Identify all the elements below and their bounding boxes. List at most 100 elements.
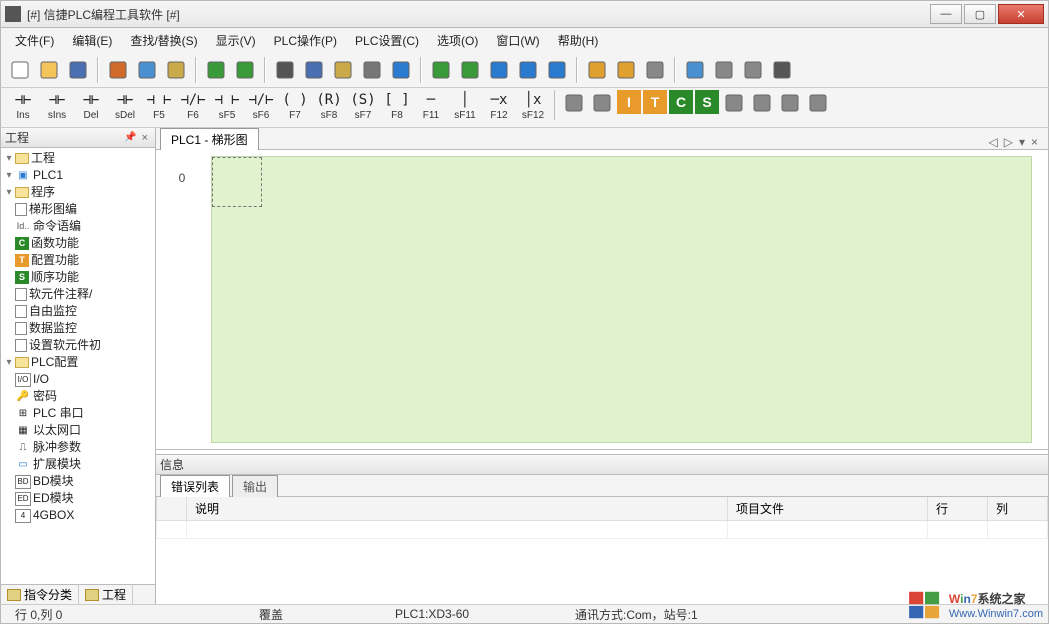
sidebar-tab[interactable]: 指令分类 (1, 584, 79, 605)
tree-node[interactable]: I/OI/O (1, 371, 155, 388)
ladder-sf6-button[interactable]: ⊣/⊢sF6 (245, 90, 277, 121)
tree-node[interactable]: 设置软元件初 (1, 337, 155, 354)
open-button[interactable] (36, 57, 62, 83)
ladder-del-v-button[interactable] (589, 90, 615, 116)
menu-item[interactable]: 窗口(W) (488, 30, 547, 51)
tree-node[interactable]: ▭扩展模块 (1, 456, 155, 473)
run-button[interactable] (515, 57, 541, 83)
run-step-button[interactable] (486, 57, 512, 83)
serial-button[interactable] (769, 57, 795, 83)
ladder-sf12-button[interactable]: │xsF12 (517, 90, 549, 121)
lock-button[interactable] (584, 57, 610, 83)
tab-close-icon[interactable]: × (1031, 135, 1038, 149)
ladder-zoom-out-button[interactable] (777, 90, 803, 116)
find-button[interactable] (272, 57, 298, 83)
tree-node[interactable]: C函数功能 (1, 235, 155, 252)
tree-node[interactable]: S顺序功能 (1, 269, 155, 286)
config-button[interactable] (740, 57, 766, 83)
maximize-button[interactable]: ▢ (964, 4, 996, 24)
tree-node[interactable]: ▾▣PLC1 (1, 167, 155, 184)
ladder-f5-button[interactable]: ⊣ ⊢F5 (143, 90, 175, 121)
undo-button[interactable] (203, 57, 229, 83)
new-button[interactable] (7, 57, 33, 83)
ladder-editor[interactable]: 0 (156, 150, 1048, 450)
copy-button[interactable] (134, 57, 160, 83)
project-tree[interactable]: ▾工程▾▣PLC1▾程序梯形图编Id..命令语编C函数功能T配置功能S顺序功能软… (1, 148, 155, 584)
cut-button[interactable] (105, 57, 131, 83)
error-list-grid[interactable]: 说明项目文件行列 (156, 497, 1048, 604)
list-button[interactable] (330, 57, 356, 83)
ladder-ladder-view-button[interactable] (805, 90, 831, 116)
tree-node[interactable]: ▾程序 (1, 184, 155, 201)
tab-menu-icon[interactable]: ▾ (1019, 135, 1025, 149)
menu-item[interactable]: 选项(O) (429, 30, 486, 51)
tree-node[interactable]: Id..命令语编 (1, 218, 155, 235)
save-button[interactable] (65, 57, 91, 83)
sidebar-tab[interactable]: 工程 (79, 584, 133, 605)
menu-item[interactable]: 编辑(E) (64, 30, 120, 51)
tree-node[interactable]: 软元件注释/ (1, 286, 155, 303)
tree-node[interactable]: ⊞PLC 串口 (1, 405, 155, 422)
print-button[interactable] (359, 57, 385, 83)
menu-item[interactable]: PLC设置(C) (347, 30, 427, 51)
ladder-f8-button[interactable]: [ ]F8 (381, 90, 413, 121)
redo-button[interactable] (232, 57, 258, 83)
download-button[interactable] (428, 57, 454, 83)
ladder-sf8-button[interactable]: (R)sF8 (313, 90, 345, 121)
tree-node[interactable]: ▾PLC配置 (1, 354, 155, 371)
ladder-sins-button[interactable]: ⊣⊢sIns (41, 90, 73, 121)
compare-button[interactable] (642, 57, 668, 83)
tree-node[interactable]: ▦以太网口 (1, 422, 155, 439)
ladder-f7-button[interactable]: ( )F7 (279, 90, 311, 121)
ladder-f11-button[interactable]: ─F11 (415, 90, 447, 121)
info-column-header[interactable]: 项目文件 (728, 497, 928, 521)
info-column-header[interactable]: 列 (988, 497, 1048, 521)
info-column-header[interactable]: 行 (928, 497, 988, 521)
info-tab[interactable]: 错误列表 (160, 475, 230, 497)
menu-item[interactable]: 显示(V) (208, 30, 264, 51)
ladder-sf5-button[interactable]: ⊣ ⊢sF5 (211, 90, 243, 121)
document-tab-active[interactable]: PLC1 - 梯形图 (160, 128, 259, 150)
ladder-zoom-in-button[interactable] (749, 90, 775, 116)
tree-node[interactable]: EDED模块 (1, 490, 155, 507)
tree-node[interactable]: BDBD模块 (1, 473, 155, 490)
menu-item[interactable]: 文件(F) (7, 30, 62, 51)
tree-node[interactable]: ⎍脉冲参数 (1, 439, 155, 456)
ladder-f12-button[interactable]: ─xF12 (483, 90, 515, 121)
tab-prev-icon[interactable]: ◁ (988, 135, 997, 149)
stop-button[interactable] (544, 57, 570, 83)
menu-item[interactable]: 帮助(H) (550, 30, 607, 51)
paste-button[interactable] (163, 57, 189, 83)
ladder-S-button[interactable]: S (695, 90, 719, 114)
ladder-sdel-button[interactable]: ⊣⊢sDel (109, 90, 141, 121)
ladder-del-h-button[interactable] (561, 90, 587, 116)
table-button[interactable] (682, 57, 708, 83)
upload-button[interactable] (457, 57, 483, 83)
ladder-C-button[interactable]: C (669, 90, 693, 114)
menu-item[interactable]: PLC操作(P) (266, 30, 345, 51)
ladder-link-button[interactable] (721, 90, 747, 116)
tree-node[interactable]: T配置功能 (1, 252, 155, 269)
ladder-T-button[interactable]: T (643, 90, 667, 114)
minimize-button[interactable]: — (930, 4, 962, 24)
ladder-sf11-button[interactable]: │sF11 (449, 90, 481, 121)
close-button[interactable]: ✕ (998, 4, 1044, 24)
tab-next-icon[interactable]: ▷ (1004, 135, 1013, 149)
tree-node[interactable]: 44GBOX (1, 507, 155, 524)
grid-button[interactable] (301, 57, 327, 83)
ladder-f6-button[interactable]: ⊣/⊢F6 (177, 90, 209, 121)
ladder-I-button[interactable]: I (617, 90, 641, 114)
info-column-header[interactable]: 说明 (187, 497, 728, 521)
ladder-canvas[interactable]: 0 (211, 156, 1032, 443)
ladder-ins-button[interactable]: ⊣⊢Ins (7, 90, 39, 121)
pin-icon[interactable]: 📌 (122, 132, 138, 143)
menu-item[interactable]: 查找/替换(S) (122, 30, 205, 51)
unlock-button[interactable] (613, 57, 639, 83)
info-column-header[interactable] (157, 497, 187, 521)
help-button[interactable] (388, 57, 414, 83)
sidebar-close-icon[interactable]: × (139, 132, 151, 144)
tree-node[interactable]: 自由监控 (1, 303, 155, 320)
ladder-del-button[interactable]: ⊣⊢Del (75, 90, 107, 121)
info-tab[interactable]: 输出 (232, 475, 278, 497)
tree-node[interactable]: 🔑密码 (1, 388, 155, 405)
